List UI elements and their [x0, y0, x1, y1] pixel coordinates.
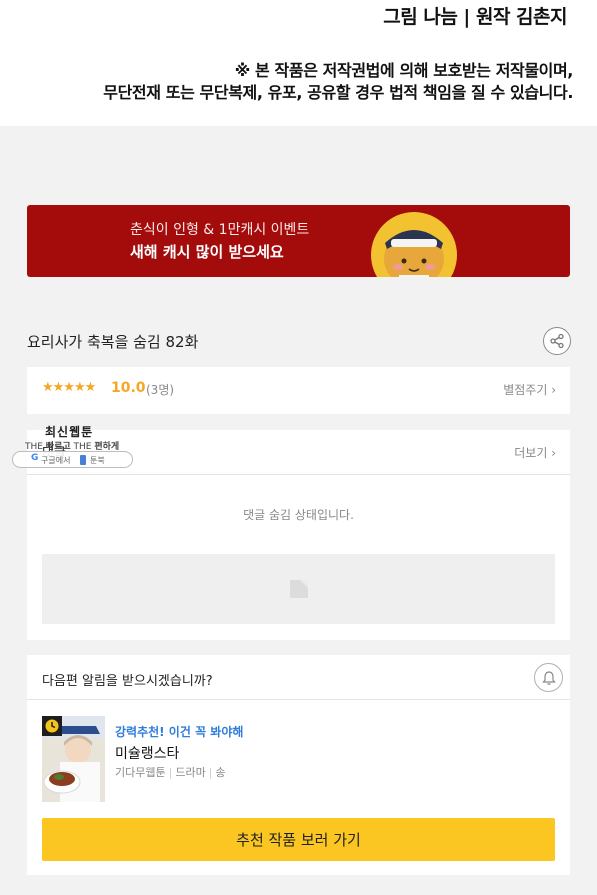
google-icon: G	[31, 453, 39, 463]
event-banner[interactable]: 춘식이 인형 & 1만캐시 이벤트 새해 캐시 많이 받으세요	[27, 205, 570, 277]
banner-subtitle: 춘식이 인형 & 1만캐시 이벤트	[130, 222, 310, 238]
copyright-notice-line-1: ※ 본 작품은 저작권법에 의해 보호받는 저작물이며,	[234, 61, 574, 80]
image-placeholder-icon	[290, 580, 308, 598]
copyright-notice-line-2: 무단전재 또는 무단복제, 유포, 공유할 경우 법적 책임을 질 수 있습니다…	[103, 83, 573, 102]
promo-overlay-title: 최신웹툰	[45, 425, 94, 439]
banner-title: 새해 캐시 많이 받으세요	[130, 243, 284, 261]
ad-placeholder[interactable]	[42, 554, 555, 624]
divider	[27, 699, 570, 700]
next-episode-alert-question: 다음편 알림을 받으시겠습니까?	[42, 674, 213, 689]
google-label: 구글에서	[41, 456, 71, 465]
bell-icon	[541, 670, 556, 685]
rating-count: (3명)	[146, 383, 175, 397]
share-icon	[550, 333, 564, 349]
episode-title: 요리사가 축복을 숨김 82화	[27, 333, 199, 351]
recommendation-label: 강력추천! 이건 꼭 봐야해	[115, 725, 244, 739]
view-recommendations-button[interactable]: 추천 작품 보러 가기	[42, 818, 555, 861]
credits-section: 그림 나늠 | 원작 김촌지 ※ 본 작품은 저작권법에 의해 보호받는 저작물…	[0, 0, 597, 126]
recommended-webtoon-meta: 기다무웹툰 | 드라마 | 송	[115, 766, 226, 779]
rate-episode-link[interactable]: 별점주기 ›	[503, 381, 556, 398]
promo-overlay[interactable]: 최신웹툰 THE 빠르고 THE 편하게 G 구글에서 툰북	[12, 421, 137, 469]
share-button[interactable]	[543, 327, 571, 355]
rating-stars-icon: ★★★★★	[42, 380, 96, 395]
author-credits: 그림 나늠 | 원작 김촌지	[383, 6, 567, 28]
toonbook-label: 툰북	[90, 456, 105, 465]
rating-score: 10.0	[111, 380, 146, 396]
recommended-webtoon-title[interactable]: 미슐랭스타	[115, 743, 179, 763]
promo-overlay-links[interactable]: G 구글에서 툰북	[12, 451, 133, 468]
toonbook-icon	[80, 455, 86, 465]
copyright-notice: ※ 본 작품은 저작권법에 의해 보호받는 저작물이며, 무단전재 또는 무단복…	[103, 60, 573, 104]
alert-toggle-button[interactable]	[534, 663, 563, 692]
comments-more-link[interactable]: 더보기 ›	[514, 444, 556, 461]
rating-card: ★★★★★ 10.0 (3명) 별점주기 ›	[27, 367, 570, 414]
mascot-character-image	[371, 212, 457, 277]
next-episode-card: 다음편 알림을 받으시겠습니까? 강력추천! 이건 꼭 봐야해 미슐랭스타 기다…	[27, 655, 570, 875]
clock-icon	[42, 716, 62, 736]
comments-hidden-message: 댓글 숨김 상태입니다.	[243, 508, 354, 522]
